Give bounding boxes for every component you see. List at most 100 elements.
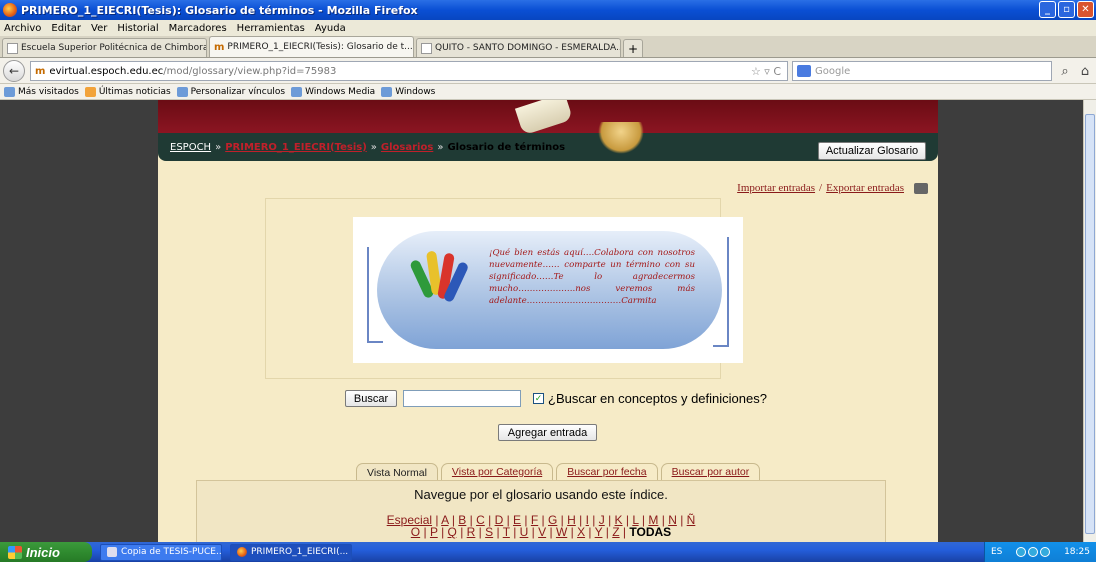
tab-vista-categoria[interactable]: Vista por Categoría [440, 463, 554, 480]
tab-glosario[interactable]: m PRIMERO_1_EIECRI(Tesis): Glosario de t… [209, 36, 414, 57]
tab-label: PRIMERO_1_EIECRI(Tesis): Glosario de t..… [227, 42, 413, 52]
bookmark-mas-visitados[interactable]: Más visitados [4, 86, 79, 97]
update-glossary-button[interactable]: Actualizar Glosario [818, 142, 926, 160]
breadcrumb-espoch[interactable]: ESPOCH [170, 142, 211, 153]
tab-buscar-fecha[interactable]: Buscar por fecha [556, 463, 658, 480]
tab-vista-normal[interactable]: Vista Normal [356, 463, 438, 481]
url-controls[interactable]: ☆ ▿ C [751, 65, 781, 78]
breadcrumb-separator: » [215, 141, 222, 153]
index-separator: | [619, 525, 630, 539]
index-separator: | [567, 525, 578, 539]
export-entries-link[interactable]: Exportar entradas [826, 182, 904, 194]
printer-icon[interactable] [914, 182, 928, 194]
index-title: Navegue por el glosario usando este índi… [414, 487, 668, 502]
ie-icon [381, 86, 393, 97]
index-separator: | [585, 525, 595, 539]
minimize-button[interactable]: _ [1039, 1, 1056, 18]
index-letter-link[interactable]: Ñ [687, 513, 696, 527]
site-identity-icon[interactable]: m [35, 66, 45, 77]
menu-archivo[interactable]: Archivo [4, 23, 41, 34]
search-button[interactable]: Buscar [345, 390, 397, 407]
window-titlebar[interactable]: PRIMERO_1_EIECRI(Tesis): Glosario de tér… [0, 0, 1096, 20]
bookmark-windows-media[interactable]: Windows Media [291, 86, 376, 97]
index-all-current: TODAS [629, 525, 672, 539]
index-separator: | [456, 525, 467, 539]
letters-row-2: O | P | Q | R | S | T | U | V | W | X | … [197, 526, 885, 539]
firefox-icon [237, 547, 247, 557]
back-button[interactable]: ← [3, 59, 25, 82]
index-separator: | [528, 525, 539, 539]
diploma-scroll-image [514, 100, 574, 136]
google-icon[interactable] [797, 65, 811, 77]
tab-label: QUITO - SANTO DOMINGO - ESMERALDA... [435, 43, 621, 53]
tab-quito[interactable]: QUITO - SANTO DOMINGO - ESMERALDA... × [416, 38, 621, 57]
search-engine-box[interactable]: Google [792, 61, 1052, 81]
index-letter-link[interactable]: S [485, 525, 493, 539]
close-window-button[interactable]: ✕ [1077, 1, 1094, 18]
tab-espoch[interactable]: Escuela Superior Politécnica de Chimbora… [2, 38, 207, 57]
magnifier-icon[interactable]: ⌕ [1056, 62, 1074, 80]
index-separator: | [420, 525, 430, 539]
home-icon[interactable]: ⌂ [1076, 62, 1094, 80]
bookmark-label: Más visitados [18, 86, 79, 97]
search-placeholder: Google [815, 65, 851, 77]
index-separator: | [493, 525, 503, 539]
breadcrumb-separator: » [437, 141, 444, 153]
menu-herramientas[interactable]: Herramientas [237, 23, 305, 34]
menu-bar: Archivo Editar Ver Historial Marcadores … [0, 20, 1096, 36]
tray-icons [1016, 547, 1051, 557]
glossary-page: ESPOCH » PRIMERO_1_EIECRI(Tesis) » Glosa… [158, 100, 938, 542]
antivirus-icon[interactable] [1028, 547, 1039, 557]
alphabet-index-panel: Navegue por el glosario usando este índi… [196, 480, 886, 542]
messenger-icon[interactable] [1040, 547, 1051, 557]
bookmark-label: Windows Media [305, 86, 376, 97]
decorative-bracket [367, 247, 383, 343]
menu-marcadores[interactable]: Marcadores [169, 23, 227, 34]
taskbar-item-word[interactable]: Copia de TESIS-PUCE... [100, 543, 222, 561]
index-letter-link[interactable]: O [411, 525, 420, 539]
index-letter-link[interactable]: P [430, 525, 438, 539]
windows-taskbar: Inicio Copia de TESIS-PUCE... PRIMERO_1_… [0, 542, 1096, 562]
taskbar-item-firefox[interactable]: PRIMERO_1_EIECRI(... [230, 543, 352, 561]
breadcrumb-glosarios[interactable]: Glosarios [381, 142, 433, 153]
menu-ayuda[interactable]: Ayuda [315, 23, 346, 34]
tab-buscar-autor[interactable]: Buscar por autor [660, 463, 761, 480]
index-letter-link[interactable]: T [503, 525, 510, 539]
search-definitions-checkbox[interactable]: ✓ [533, 393, 544, 404]
network-icon[interactable] [1016, 547, 1027, 557]
bookmark-windows[interactable]: Windows [381, 86, 436, 97]
firefox-icon [3, 3, 17, 17]
welcome-image: ¡Qué bien estás aquí….Colabora con nosot… [353, 217, 743, 363]
url-bar[interactable]: m evirtual.espoch.edu.ec /mod/glossary/v… [30, 61, 788, 81]
bookmark-personalizar[interactable]: Personalizar vínculos [176, 86, 286, 97]
search-input[interactable] [403, 390, 521, 407]
tab-label: Escuela Superior Politécnica de Chimbora… [21, 43, 207, 53]
breadcrumb-course[interactable]: PRIMERO_1_EIECRI(Tesis) [225, 142, 367, 153]
restore-button[interactable]: ▫ [1058, 1, 1075, 18]
menu-ver[interactable]: Ver [91, 23, 107, 34]
index-letter-link[interactable]: Q [448, 525, 457, 539]
index-letter-link[interactable]: X [577, 525, 585, 539]
bookmark-ultimas-noticias[interactable]: Últimas noticias [84, 86, 171, 97]
add-entry-button[interactable]: Agregar entrada [498, 424, 597, 441]
bookmark-label: Personalizar vínculos [190, 86, 286, 97]
bookmark-label: Windows [395, 86, 436, 97]
people-circle-icon [409, 247, 470, 309]
decorative-bracket [713, 237, 729, 347]
breadcrumb-separator: » [370, 141, 377, 153]
new-tab-button[interactable]: + [623, 39, 643, 57]
bookmarks-toolbar: Más visitados Últimas noticias Personali… [0, 84, 1096, 100]
taskbar-item-label: PRIMERO_1_EIECRI(... [251, 547, 349, 557]
taskbar-item-label: Copia de TESIS-PUCE... [121, 547, 222, 557]
view-tabs: Vista Normal Vista por Categoría Buscar … [356, 463, 761, 481]
index-letter-link[interactable]: V [538, 525, 546, 539]
scrollbar-thumb[interactable] [1085, 114, 1095, 534]
index-letter-link[interactable]: W [556, 525, 567, 539]
menu-historial[interactable]: Historial [117, 23, 158, 34]
import-entries-link[interactable]: Importar entradas [737, 182, 815, 194]
start-button[interactable]: Inicio [0, 542, 92, 562]
index-letter-link[interactable]: Z [612, 525, 619, 539]
menu-editar[interactable]: Editar [51, 23, 81, 34]
vertical-scrollbar[interactable] [1083, 100, 1096, 542]
language-indicator[interactable]: ES [991, 547, 1002, 557]
